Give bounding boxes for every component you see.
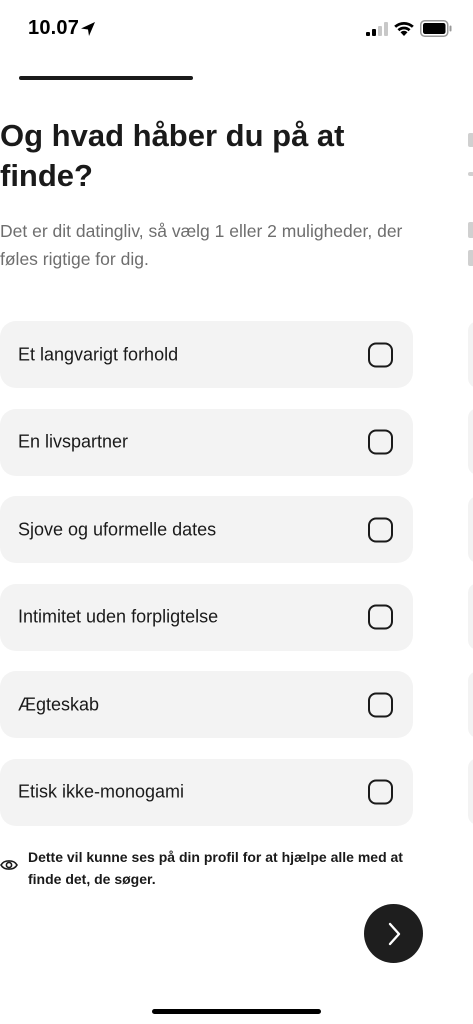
next-page-peek-subtitle [468, 222, 473, 238]
checkbox[interactable] [368, 517, 393, 542]
option-label: Etisk ikke-monogami [18, 781, 185, 802]
screen: 10.07 Og hvad håber du på at finde? Det … [0, 0, 473, 1024]
chevron-right-icon [388, 922, 401, 946]
option-marriage[interactable]: Ægteskab [0, 671, 413, 738]
option-label: Sjove og uformelle dates [18, 519, 217, 539]
home-indicator [152, 1009, 321, 1014]
next-page-peek-card [468, 496, 473, 563]
next-page-peek-card [468, 408, 473, 475]
next-page-peek-card [468, 583, 473, 650]
checkbox[interactable] [368, 604, 393, 630]
next-page-peek-subtitle [468, 250, 473, 266]
option-ethical-non-monogamy[interactable]: Etisk ikke-monogami [0, 758, 413, 826]
page-subtitle: Det er dit datingliv, så vælg 1 eller 2 … [0, 221, 403, 269]
visibility-note-text: Dette vil kunne ses på din profil for at… [28, 849, 403, 887]
checkbox[interactable] [368, 342, 393, 367]
next-page-peek-card [468, 758, 473, 825]
location-arrow-icon [81, 22, 95, 36]
option-label: Ægteskab [18, 694, 100, 714]
option-intimacy-without-commitment[interactable]: Intimitet uden forpligtelse [0, 583, 413, 651]
checkbox[interactable] [368, 692, 393, 717]
option-label: Intimitet uden forpligtelse [18, 606, 219, 627]
next-page-peek-card [468, 671, 473, 738]
visibility-note: Dette vil kunne ses på din profil for at… [0, 846, 420, 890]
status-time: 10.07 [28, 17, 80, 39]
checkbox[interactable] [368, 429, 393, 455]
page-title: Og hvad håber du på at finde? [0, 118, 345, 193]
onboarding-progress-bar [19, 76, 193, 80]
checkbox[interactable] [368, 779, 393, 805]
cellular-signal-icon [366, 22, 388, 36]
next-page-peek-title [468, 133, 473, 147]
next-page-peek-card [468, 321, 473, 388]
option-life-partner[interactable]: En livspartner [0, 408, 413, 476]
options-list: Et langvarigt forhold En livspartner Sjo… [0, 321, 413, 846]
option-long-term-relationship[interactable]: Et langvarigt forhold [0, 321, 413, 388]
next-page-peek-title [468, 172, 473, 176]
option-label: Et langvarigt forhold [18, 344, 179, 364]
eye-icon [0, 860, 18, 870]
option-fun-casual-dates[interactable]: Sjove og uformelle dates [0, 496, 413, 563]
option-label: En livspartner [18, 431, 129, 452]
battery-icon [420, 20, 452, 37]
status-bar: 10.07 [0, 0, 473, 60]
next-button[interactable] [364, 904, 423, 963]
wifi-icon [394, 21, 414, 36]
